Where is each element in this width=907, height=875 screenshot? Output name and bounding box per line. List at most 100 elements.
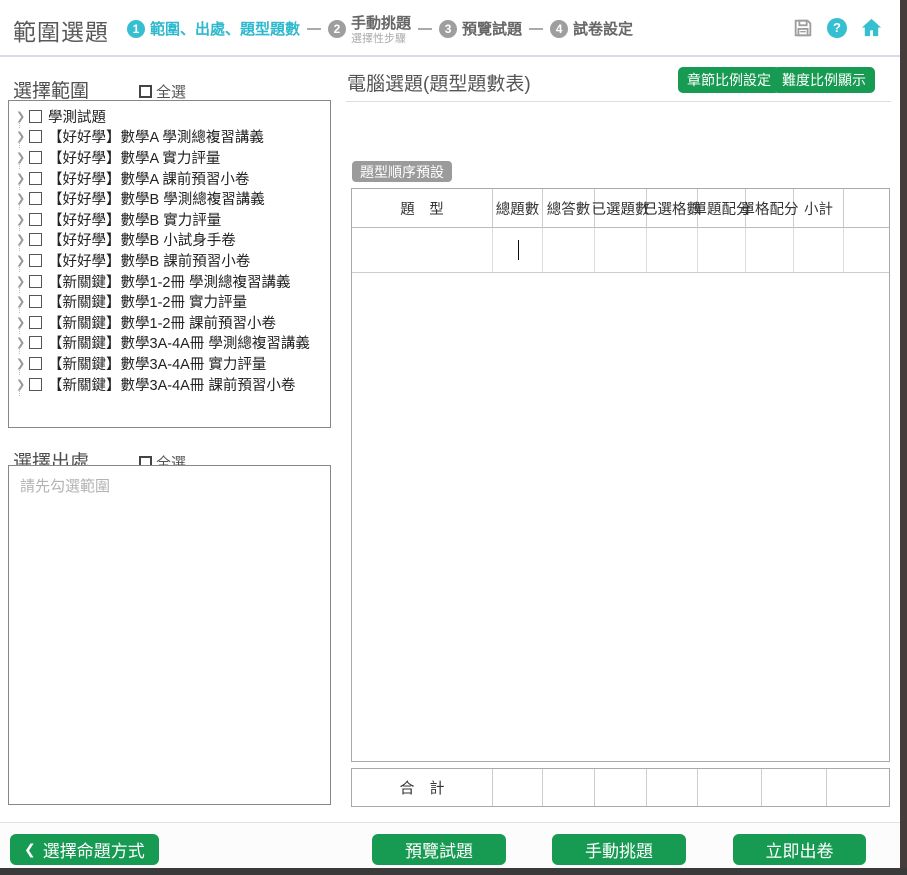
extra-cell [844,228,889,273]
range-item-checkbox[interactable] [29,192,42,205]
expand-chevron-icon[interactable]: ❯ [16,295,29,308]
range-item-checkbox[interactable] [29,172,42,185]
page-title: 範圍選題 [13,13,109,47]
help-icon[interactable]: ? [827,18,847,38]
range-tree[interactable]: ❯ 學測試題 ❯ 【好好學】數學A 學測總複習講義 ❯ 【好好學】數學A 實力評… [8,100,331,428]
total-answers-cell[interactable] [543,228,595,273]
step-3-label: 預覽試題 [462,18,522,39]
step-1-label: 範圍、出處、題型題數 [150,18,300,39]
table-header-cell [844,189,889,228]
range-select-all-checkbox[interactable] [139,85,152,98]
per-question-points-cell[interactable] [698,228,746,273]
selected-blanks-cell[interactable] [647,228,698,273]
range-tree-item[interactable]: ❯ 【好好學】數學B 課前預習小卷 [9,250,330,271]
range-item-checkbox[interactable] [29,336,42,349]
computer-selection-title: 電腦選題(題型題數表) [347,69,531,96]
preview-questions-button[interactable]: 預覽試題 [372,834,506,865]
range-tree-item[interactable]: ❯ 【新關鍵】數學1-2冊 學測總複習講義 [9,271,330,292]
per-blank-points-cell[interactable] [746,228,794,273]
range-item-checkbox[interactable] [29,254,42,267]
range-tree-item[interactable]: ❯ 【好好學】數學A 實力評量 [9,147,330,168]
type-order-preset-button[interactable]: 題型順序預設 [352,161,452,182]
totals-cell [595,769,647,806]
table-header-cell: 單題配分 [698,189,746,228]
step-3-circle: 3 [439,20,457,38]
table-header-cell: 單格配分 [746,189,794,228]
range-tree-item[interactable]: ❯ 【好好學】數學B 實力評量 [9,209,330,230]
range-item-label: 【好好學】數學B 學測總複習講義 [48,188,265,209]
step-4-circle: 4 [550,20,568,38]
source-list[interactable]: 請先勾選範圍 [8,465,331,805]
total-questions-cell[interactable] [493,228,543,273]
manual-pick-button[interactable]: 手動挑題 [552,834,686,865]
range-tree-item[interactable]: ❯ 【新關鍵】數學1-2冊 實力評量 [9,291,330,312]
step-3[interactable]: 3 預覽試題 [439,18,522,39]
expand-chevron-icon[interactable]: ❯ [16,378,29,391]
range-item-label: 【新關鍵】數學1-2冊 學測總複習講義 [48,271,290,292]
step-2-sublabel: 選擇性步驟 [351,33,411,45]
step-1[interactable]: 1 範圍、出處、題型題數 [127,18,300,39]
range-tree-item[interactable]: ❯ 【新關鍵】數學3A-4A冊 實力評量 [9,353,330,374]
step-indicator: 1 範圍、出處、題型題數 2 手動挑題 選擇性步驟 3 預覽試題 4 試卷設定 [127,0,633,57]
difficulty-ratio-button[interactable]: 難度比例顯示 [773,67,875,93]
chapter-ratio-button[interactable]: 章節比例設定 [678,67,780,93]
expand-chevron-icon[interactable]: ❯ [16,213,29,226]
subtotal-cell[interactable] [794,228,844,273]
range-select-all[interactable]: 全選 [139,81,186,102]
totals-cell [647,769,698,806]
expand-chevron-icon[interactable]: ❯ [16,336,29,349]
range-tree-item[interactable]: ❯ 【新關鍵】數學3A-4A冊 課前預習小卷 [9,374,330,395]
expand-chevron-icon[interactable]: ❯ [16,275,29,288]
range-item-checkbox[interactable] [29,316,42,329]
expand-chevron-icon[interactable]: ❯ [16,357,29,370]
expand-chevron-icon[interactable]: ❯ [16,316,29,329]
type-cell[interactable] [352,228,493,273]
range-item-checkbox[interactable] [29,295,42,308]
range-tree-item[interactable]: ❯ 【好好學】數學A 學測總複習講義 [9,127,330,148]
step-4[interactable]: 4 試卷設定 [550,18,633,39]
expand-chevron-icon[interactable]: ❯ [16,130,29,143]
back-to-method-button[interactable]: ❮ 選擇命題方式 [10,834,159,865]
range-item-checkbox[interactable] [29,130,42,143]
table-header-cell: 已選格數 [647,189,698,228]
table-header-cell: 小計 [794,189,844,228]
table-header-cell: 總答數 [543,189,595,228]
range-tree-item[interactable]: ❯ 【好好學】數學B 小試身手卷 [9,230,330,251]
range-item-checkbox[interactable] [29,378,42,391]
range-item-label: 【好好學】數學B 小試身手卷 [48,229,236,250]
home-icon[interactable] [860,16,883,39]
range-item-label: 學測試題 [48,106,106,127]
panel-divider [346,101,891,102]
range-item-checkbox[interactable] [29,233,42,246]
range-tree-item[interactable]: ❯ 【好好學】數學B 學測總複習講義 [9,188,330,209]
totals-cell [543,769,595,806]
range-item-checkbox[interactable] [29,110,42,123]
selected-questions-cell[interactable] [595,228,647,273]
range-tree-item[interactable]: ❯ 【新關鍵】數學1-2冊 課前預習小卷 [9,312,330,333]
range-tree-item[interactable]: ❯ 學測試題 [9,106,330,127]
step-2-circle: 2 [328,20,346,38]
range-item-label: 【新關鍵】數學3A-4A冊 實力評量 [48,353,266,374]
totals-row: 合 計 [351,768,890,807]
expand-chevron-icon[interactable]: ❯ [16,110,29,123]
range-item-checkbox[interactable] [29,213,42,226]
range-item-checkbox[interactable] [29,151,42,164]
step-2[interactable]: 2 手動挑題 選擇性步驟 [328,12,411,45]
table-header-cell: 總題數 [493,189,543,228]
range-tree-item[interactable]: ❯ 【好好學】數學A 課前預習小卷 [9,168,330,189]
generate-paper-button[interactable]: 立即出卷 [733,834,866,865]
totals-cell [762,769,827,806]
expand-chevron-icon[interactable]: ❯ [16,192,29,205]
range-item-checkbox[interactable] [29,275,42,288]
expand-chevron-icon[interactable]: ❯ [16,233,29,246]
range-item-label: 【好好學】數學B 實力評量 [48,209,221,230]
expand-chevron-icon[interactable]: ❯ [16,172,29,185]
save-icon[interactable] [792,17,814,39]
range-item-checkbox[interactable] [29,357,42,370]
range-tree-item[interactable]: ❯ 【新關鍵】數學3A-4A冊 學測總複習講義 [9,333,330,354]
back-button-label: 選擇命題方式 [43,837,145,862]
expand-chevron-icon[interactable]: ❯ [16,254,29,267]
totals-cell [698,769,762,806]
expand-chevron-icon[interactable]: ❯ [16,151,29,164]
range-item-label: 【新關鍵】數學3A-4A冊 課前預習小卷 [48,374,295,395]
